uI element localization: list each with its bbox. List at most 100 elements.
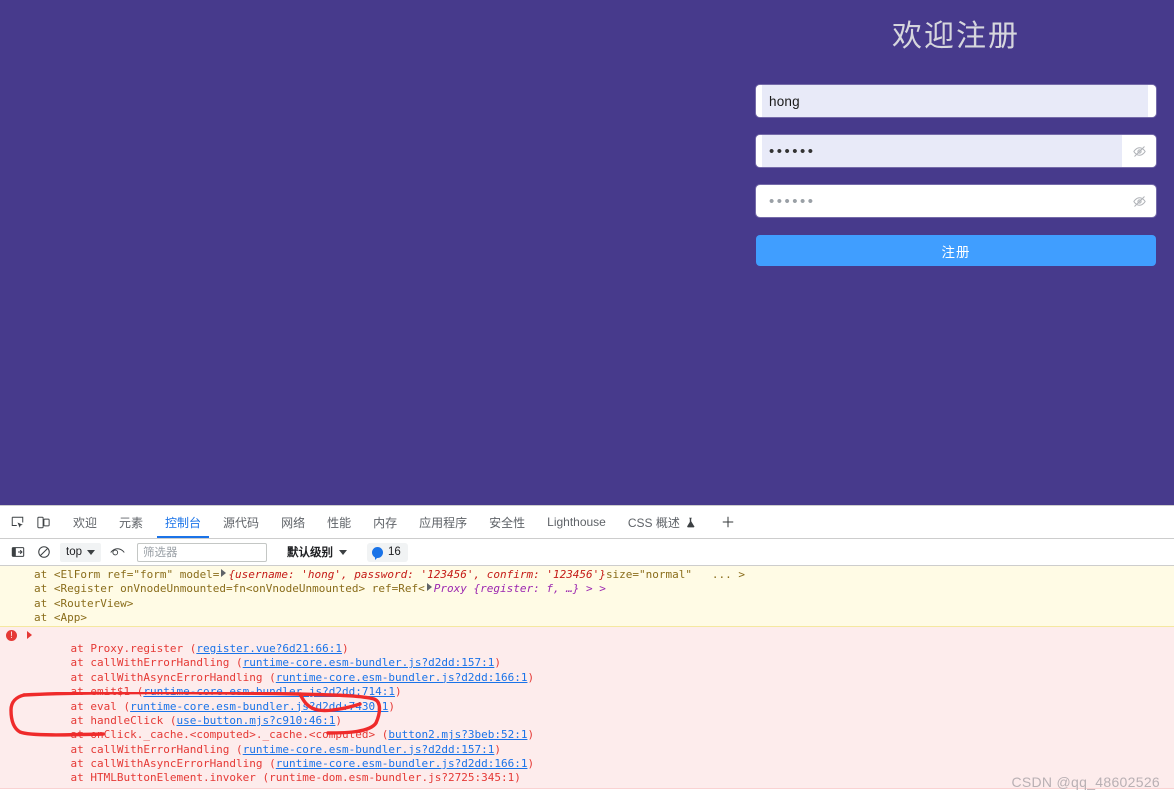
error-stack-line: at callWithErrorHandling (runtime-core.e… bbox=[0, 656, 1174, 670]
more-tools-button[interactable] bbox=[713, 507, 743, 537]
toggle-device-toolbar-button[interactable] bbox=[30, 509, 56, 535]
stack-text: at Proxy.register ( bbox=[44, 641, 197, 655]
stack-link[interactable]: use-button.mjs?c910:46:1 bbox=[176, 714, 335, 727]
warning-stack-line: at <App> bbox=[34, 611, 87, 625]
password-field[interactable]: •••••• bbox=[756, 135, 1156, 167]
register-page: 欢迎注册 hong •••••• •••••• 注册 bbox=[0, 0, 1174, 505]
stack-text: at callWithErrorHandling ( bbox=[44, 656, 243, 670]
stack-tail: ) bbox=[494, 656, 501, 670]
stack-link[interactable]: runtime-core.esm-bundler.js?d2dd:166:1 bbox=[276, 671, 528, 684]
stack-tail: ) bbox=[494, 742, 501, 756]
warning-line-text: at <Register onVnodeUnmounted=fn<onVnode… bbox=[34, 582, 425, 596]
tab-welcome[interactable]: 欢迎 bbox=[62, 506, 108, 538]
console-filter-input[interactable]: 筛选器 bbox=[137, 542, 267, 562]
tab-label: CSS 概述 bbox=[627, 515, 680, 530]
page-title: 欢迎注册 bbox=[892, 19, 1020, 54]
expand-triangle-icon[interactable] bbox=[426, 583, 432, 592]
inspect-element-button[interactable] bbox=[4, 509, 30, 535]
error-stack-line: at callWithAsyncErrorHandling (runtime-c… bbox=[0, 757, 1174, 771]
stack-tail: ) bbox=[388, 699, 395, 713]
live-expression-button[interactable] bbox=[105, 541, 129, 563]
screenshot-root: 欢迎注册 hong •••••• •••••• 注册 欢迎 元素 控制台 源代码… bbox=[0, 0, 1174, 798]
tab-performance[interactable]: 性能 bbox=[316, 506, 362, 538]
clear-console-button[interactable] bbox=[32, 541, 56, 563]
devtools-tabbar: 欢迎 元素 控制台 源代码 网络 性能 内存 应用程序 安全性 Lighthou… bbox=[0, 506, 1174, 539]
error-title-line[interactable]: ! Uncaught ReferenceError: form is not d… bbox=[0, 628, 1174, 642]
issues-count: 16 bbox=[388, 546, 401, 558]
tab-label: 元素 bbox=[119, 515, 144, 530]
log-level-value: 默认级别 bbox=[287, 547, 333, 559]
error-stack-line: at Proxy.register (register.vue?6d21:66:… bbox=[0, 642, 1174, 656]
stack-text: at eval ( bbox=[44, 699, 131, 713]
error-stack-line: at HTMLButtonElement.invoker (runtime-do… bbox=[44, 771, 521, 785]
error-badge-icon: ! bbox=[6, 629, 17, 641]
warning-line-tail: size="normal" ... > bbox=[605, 568, 746, 581]
stack-link[interactable]: register.vue?6d21:66:1 bbox=[196, 642, 342, 655]
devtools-panel: 欢迎 元素 控制台 源代码 网络 性能 内存 应用程序 安全性 Lighthou… bbox=[0, 505, 1174, 798]
eye-off-icon bbox=[1132, 144, 1147, 159]
console-message-list[interactable]: at <ElForm ref="form" model= {username: '… bbox=[0, 566, 1174, 797]
username-field[interactable]: hong bbox=[756, 85, 1156, 117]
sidebar-panel-icon bbox=[11, 545, 25, 559]
warning-line-object: {username: 'hong', password: '123456', c… bbox=[228, 568, 606, 581]
tab-elements[interactable]: 元素 bbox=[108, 506, 154, 538]
stack-tail: ) bbox=[527, 670, 535, 684]
filter-placeholder: 筛选器 bbox=[143, 547, 178, 559]
stack-tail: ) bbox=[395, 685, 402, 699]
tab-label: Lighthouse bbox=[547, 515, 606, 529]
stack-link[interactable]: button2.mjs?3beb:52:1 bbox=[388, 728, 527, 741]
tab-label: 网络 bbox=[281, 515, 306, 530]
error-stack-line: at onClick._cache.<computed>._cache.<com… bbox=[0, 728, 1174, 742]
error-stack-line: at callWithAsyncErrorHandling (runtime-c… bbox=[0, 671, 1174, 685]
warning-line-text: at <ElForm ref="form" model= bbox=[34, 568, 220, 581]
tab-lighthouse[interactable]: Lighthouse bbox=[536, 506, 617, 538]
tab-label: 控制台 bbox=[165, 515, 202, 530]
console-warning-message[interactable]: at <ElForm ref="form" model= {username: '… bbox=[0, 566, 1174, 627]
tab-network[interactable]: 网络 bbox=[270, 506, 316, 538]
stack-tail: ) bbox=[342, 641, 349, 655]
stack-link[interactable]: runtime-core.esm-bundler.js?d2dd:166:1 bbox=[276, 757, 528, 770]
toggle-confirm-visibility-button[interactable] bbox=[1122, 186, 1156, 216]
stack-text: at onClick._cache.<computed>._cache.<com… bbox=[44, 728, 389, 742]
confirm-password-input[interactable]: •••••• bbox=[756, 193, 1122, 210]
console-toolbar: top 筛选器 默认级别 16 bbox=[0, 539, 1174, 566]
tab-label: 应用程序 bbox=[419, 515, 468, 530]
tab-application[interactable]: 应用程序 bbox=[408, 506, 478, 538]
execution-context-selector[interactable]: top bbox=[60, 542, 101, 562]
warning-stack-line: at <ElForm ref="form" model= {username: '… bbox=[0, 568, 1174, 582]
stack-text: at callWithErrorHandling ( bbox=[44, 742, 243, 756]
expand-triangle-icon[interactable] bbox=[221, 569, 227, 577]
issues-badge[interactable]: 16 bbox=[367, 542, 408, 562]
console-error-message[interactable]: ! Uncaught ReferenceError: form is not d… bbox=[0, 626, 1174, 789]
username-input[interactable]: hong bbox=[756, 94, 1156, 109]
execution-context-value: top bbox=[66, 546, 82, 558]
register-submit-button[interactable]: 注册 bbox=[756, 235, 1156, 266]
experiment-flask-icon bbox=[685, 517, 696, 528]
tab-console[interactable]: 控制台 bbox=[154, 506, 212, 538]
stack-text: at callWithAsyncErrorHandling ( bbox=[44, 670, 276, 684]
expand-triangle-icon[interactable] bbox=[27, 631, 32, 640]
password-input[interactable]: •••••• bbox=[756, 143, 1122, 160]
console-sidebar-toggle-button[interactable] bbox=[6, 541, 30, 563]
register-form: hong •••••• •••••• 注册 bbox=[756, 85, 1156, 266]
tab-security[interactable]: 安全性 bbox=[478, 506, 536, 538]
stack-link[interactable]: runtime-core.esm-bundler.js?d2dd:157:1 bbox=[243, 743, 495, 756]
csdn-watermark: CSDN @qq_48602526 bbox=[1011, 774, 1160, 790]
toggle-password-visibility-button[interactable] bbox=[1122, 136, 1156, 166]
device-toggle-icon bbox=[36, 515, 51, 530]
confirm-password-field[interactable]: •••••• bbox=[756, 185, 1156, 217]
tab-sources[interactable]: 源代码 bbox=[212, 506, 270, 538]
tab-label: 欢迎 bbox=[73, 515, 98, 530]
eye-icon bbox=[109, 546, 125, 559]
error-stack-line: at handleClick (use-button.mjs?c910:46:1… bbox=[0, 714, 1174, 728]
tab-label: 安全性 bbox=[489, 515, 526, 530]
log-level-selector[interactable]: 默认级别 bbox=[287, 544, 347, 560]
warning-line-object: Proxy {register: f, …} > > bbox=[433, 582, 606, 596]
stack-tail: ) bbox=[527, 757, 535, 771]
stack-link[interactable]: runtime-core.esm-bundler.js?d2dd:157:1 bbox=[243, 656, 495, 669]
tab-css-overview[interactable]: CSS 概述 bbox=[617, 506, 707, 538]
stack-link[interactable]: runtime-core.esm-bundler.js?d2dd:7430:1 bbox=[130, 700, 388, 713]
tab-label: 内存 bbox=[373, 515, 398, 530]
stack-link[interactable]: runtime-core.esm-bundler.js?d2dd:714:1 bbox=[143, 685, 395, 698]
tab-memory[interactable]: 内存 bbox=[362, 506, 408, 538]
